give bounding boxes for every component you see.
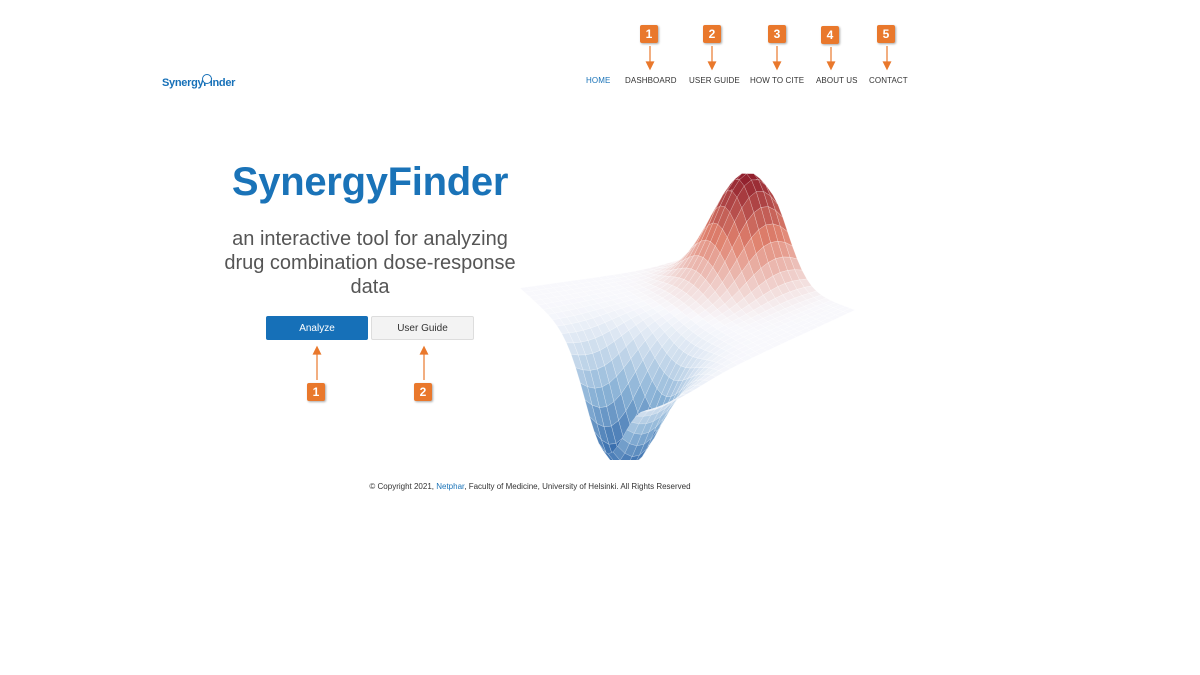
annotation-marker-user-guide: 2 [414, 383, 432, 401]
nav-contact[interactable]: CONTACT [869, 76, 908, 85]
logo-text: SynergyFinder [162, 77, 236, 89]
netphar-link[interactable]: Netphar [436, 482, 464, 491]
annotation-marker-1: 1 [640, 25, 658, 43]
annotation-marker-analyze: 1 [307, 383, 325, 401]
annotation-marker-5: 5 [877, 25, 895, 43]
arrow-head-down-3 [772, 61, 782, 71]
footer-prefix: © Copyright 2021, [369, 482, 437, 491]
nav-dashboard[interactable]: DASHBOARD [625, 76, 677, 85]
nav-how-to-cite[interactable]: HOW TO CITE [750, 76, 804, 85]
footer-suffix: , Faculty of Medicine, University of Hel… [464, 482, 691, 491]
user-guide-button[interactable]: User Guide [371, 316, 474, 340]
arrow-head-down-5 [882, 61, 892, 71]
annotation-marker-2: 2 [703, 25, 721, 43]
magnifier-logo-icon [202, 74, 212, 84]
analyze-button[interactable]: Analyze [266, 316, 368, 340]
arrow-head-down-1 [645, 61, 655, 71]
nav-home[interactable]: HOME [586, 76, 610, 85]
synergy-surface-plot [519, 173, 856, 460]
annotation-marker-3: 3 [768, 25, 786, 43]
annotation-marker-4: 4 [821, 26, 839, 44]
synergyfinder-logo[interactable]: SynergyFinder [162, 74, 236, 94]
nav-about-us[interactable]: ABOUT US [816, 76, 858, 85]
arrow-head-up-analyze [312, 345, 322, 355]
nav-user-guide[interactable]: USER GUIDE [689, 76, 740, 85]
hero-title: SynergyFinder [231, 160, 509, 204]
arrow-head-down-2 [707, 61, 717, 71]
footer-copyright: © Copyright 2021, Netphar, Faculty of Me… [300, 482, 760, 491]
arrow-head-down-4 [826, 61, 836, 71]
hero-subtitle: an interactive tool for analyzing drug c… [224, 228, 516, 298]
arrow-head-up-user-guide [419, 345, 429, 355]
